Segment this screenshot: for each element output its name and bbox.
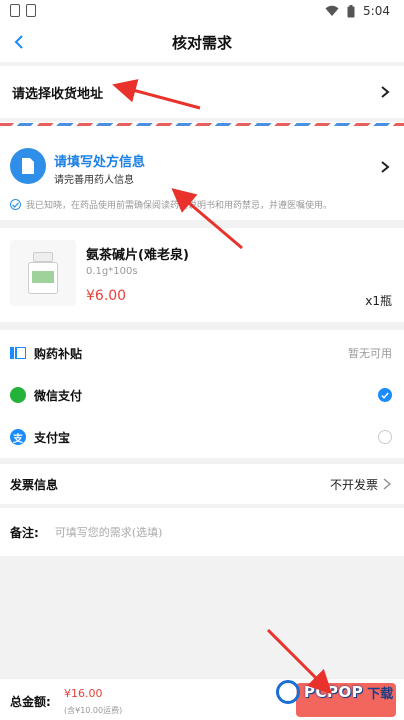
notification-icons bbox=[10, 4, 36, 17]
wifi-icon bbox=[325, 5, 339, 16]
wechat-icon bbox=[10, 387, 26, 403]
storage-icon bbox=[26, 4, 36, 17]
status-bar: 5:04 bbox=[0, 0, 404, 22]
remark-input[interactable]: 可填写您的需求(选填) bbox=[55, 524, 163, 540]
document-icon bbox=[10, 148, 46, 184]
invoice-value: 不开发票 bbox=[329, 477, 378, 492]
consent-text: 我已知晓，在药品使用前需确保阅读药品说明书和用药禁忌，并遵医嘱使用。 bbox=[26, 201, 333, 211]
product-name: 氨茶碱片(难老泉) bbox=[86, 248, 189, 263]
prescription-card[interactable]: 请填写处方信息 请完善用药人信息 我已知晓，在药品使用前需确保阅读药品说明书和用… bbox=[0, 128, 404, 220]
address-label: 请选择收货地址 bbox=[12, 86, 104, 102]
prescription-subtitle: 请完善用药人信息 bbox=[54, 175, 134, 186]
subsidy-label: 购药补贴 bbox=[34, 346, 83, 361]
alipay-row[interactable]: 支 支付宝 bbox=[0, 416, 404, 458]
payment-section: 购药补贴 暂无可用 微信支付 支 支付宝 bbox=[0, 330, 404, 458]
battery-icon bbox=[347, 4, 355, 17]
watermark-logo-icon bbox=[276, 680, 300, 704]
address-selector[interactable]: 请选择收货地址 bbox=[0, 66, 404, 118]
consent-check-icon[interactable] bbox=[10, 199, 21, 210]
remark-row[interactable]: 备注: 可填写您的需求(选填) bbox=[0, 508, 404, 556]
sim-icon bbox=[10, 4, 20, 17]
back-arrow-icon[interactable] bbox=[8, 30, 32, 54]
site-watermark: PCPOP 下载 bbox=[276, 680, 393, 704]
invoice-label: 发票信息 bbox=[10, 477, 59, 492]
page-title: 核对需求 bbox=[171, 33, 232, 52]
chevron-right-icon bbox=[381, 86, 390, 98]
product-quantity: x1瓶 bbox=[365, 294, 392, 308]
total-label: 总金额: bbox=[10, 695, 51, 709]
total-amount: ¥16.00 bbox=[64, 687, 103, 700]
nav-bar: 核对需求 bbox=[0, 22, 404, 62]
consent-notice[interactable]: 我已知晓，在药品使用前需确保阅读药品说明书和用药禁忌，并遵医嘱使用。 bbox=[10, 198, 332, 211]
shipping-note: (含¥10.00运费) bbox=[64, 706, 123, 715]
invoice-row[interactable]: 发票信息 不开发票 bbox=[0, 464, 404, 504]
product-item: 氨茶碱片(难老泉) 0.1g*100s ¥6.00 x1瓶 bbox=[0, 228, 404, 322]
subsidy-row[interactable]: 购药补贴 暂无可用 bbox=[0, 332, 404, 374]
product-price: ¥6.00 bbox=[86, 288, 127, 304]
product-spec: 0.1g*100s bbox=[86, 266, 138, 277]
prescription-title: 请填写处方信息 bbox=[54, 155, 146, 170]
watermark-suffix: 下载 bbox=[367, 686, 394, 702]
chevron-right-icon bbox=[383, 478, 392, 490]
wechat-radio-checked[interactable] bbox=[378, 388, 392, 402]
chevron-right-icon bbox=[381, 161, 390, 173]
coupon-icon bbox=[10, 347, 26, 359]
watermark-text: PCPOP bbox=[304, 683, 364, 701]
alipay-radio-unchecked[interactable] bbox=[378, 430, 392, 444]
subsidy-value: 暂无可用 bbox=[348, 347, 392, 360]
wechat-pay-label: 微信支付 bbox=[34, 388, 83, 403]
wechat-pay-row[interactable]: 微信支付 bbox=[0, 374, 404, 416]
status-time: 5:04 bbox=[363, 4, 390, 18]
alipay-icon: 支 bbox=[10, 429, 26, 445]
alipay-label: 支付宝 bbox=[34, 430, 71, 445]
product-image bbox=[10, 240, 76, 306]
remark-label: 备注: bbox=[10, 525, 39, 540]
